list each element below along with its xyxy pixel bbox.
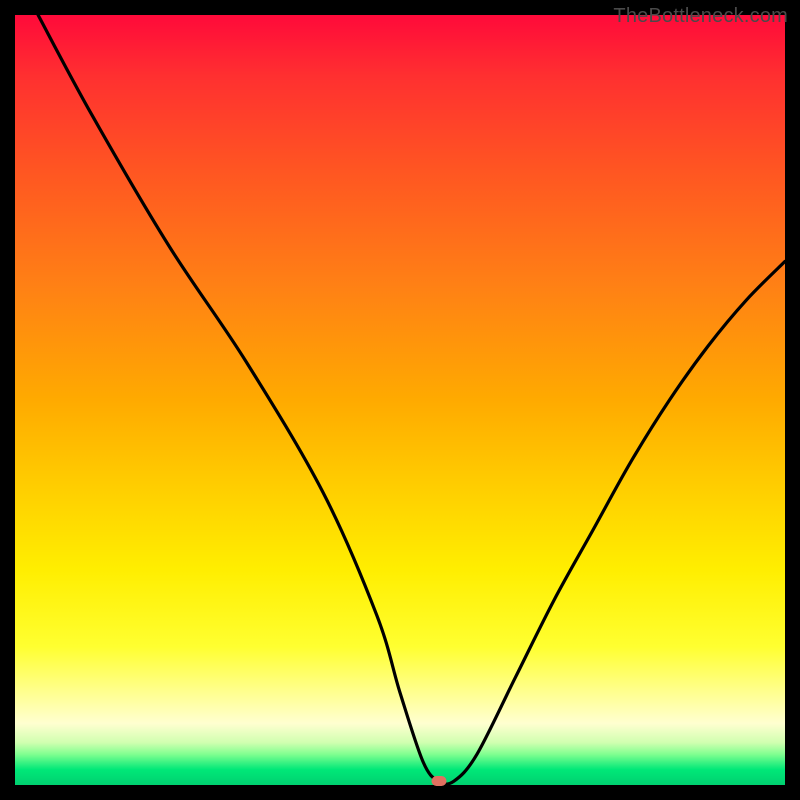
plot-area bbox=[15, 15, 785, 785]
curve-svg bbox=[15, 15, 785, 785]
watermark-text: TheBottleneck.com bbox=[613, 5, 788, 28]
chart-container: TheBottleneck.com bbox=[0, 0, 800, 800]
bottleneck-curve bbox=[38, 15, 785, 784]
optimum-marker bbox=[431, 776, 446, 786]
